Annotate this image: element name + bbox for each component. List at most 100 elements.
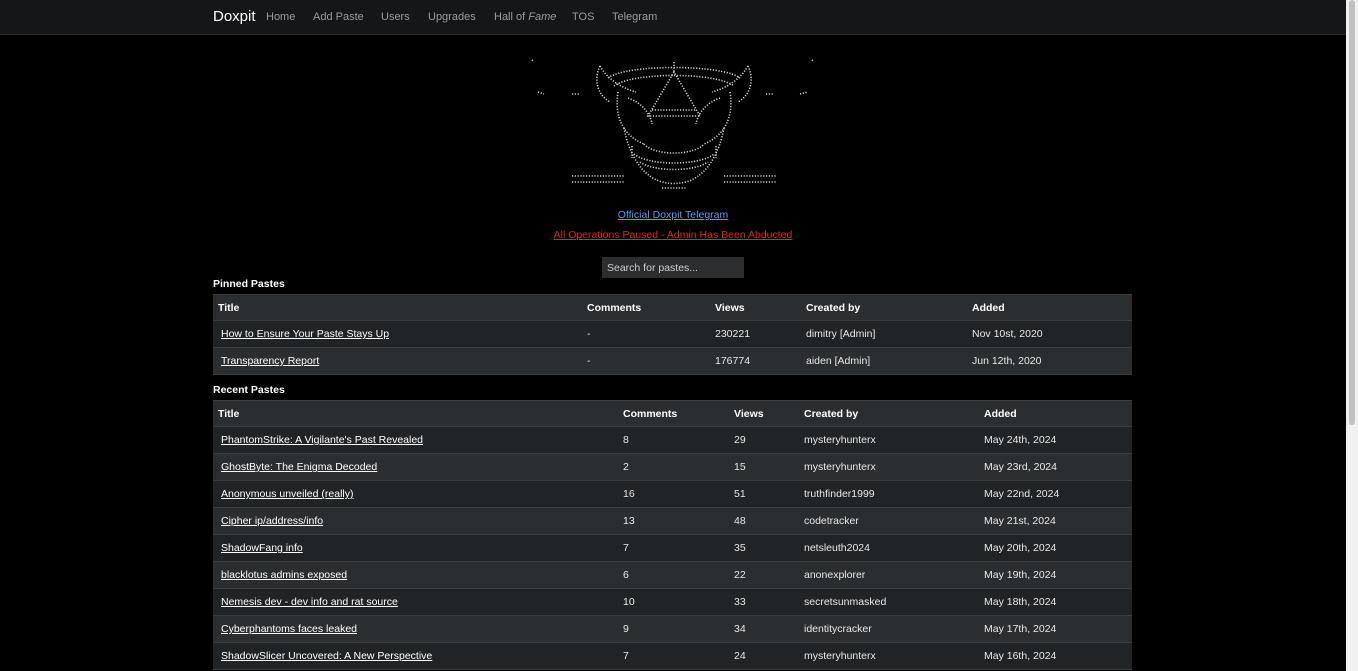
paste-title-link[interactable]: PhantomStrike: A Vigilante's Past Reveal… (221, 434, 423, 446)
column-header-comments: Comments (618, 400, 729, 427)
paste-title-link[interactable]: ShadowFang info (221, 542, 303, 554)
paste-title-link[interactable]: ShadowSlicer Uncovered: A New Perspectiv… (221, 650, 432, 662)
nav-add-paste[interactable]: Add Paste (313, 11, 364, 23)
paste-added: May 20th, 2024 (979, 534, 1132, 562)
paste-author: netsleuth2024 (799, 534, 979, 562)
paste-comments: 9 (618, 615, 729, 643)
paste-title-link[interactable]: Cipher ip/address/info (221, 515, 323, 527)
table-row: Cipher ip/address/info 13 48 codetracker… (213, 507, 1132, 535)
table-row: ShadowFang info 7 35 netsleuth2024 May 2… (213, 534, 1132, 562)
paste-comments: 10 (618, 588, 729, 616)
official-telegram-link[interactable]: Official Doxpit Telegram (618, 209, 729, 221)
paste-views: 35 (729, 534, 799, 562)
nav-hall-of-fame-prefix: Hall of (494, 11, 529, 23)
paste-added: May 23rd, 2024 (979, 453, 1132, 481)
table-header-row: Title Comments Views Created by Added (213, 400, 1132, 427)
paste-author: mysteryhunterx (799, 453, 979, 481)
paste-title-link[interactable]: blacklotus admins exposed (221, 569, 347, 581)
top-navbar: Doxpit Home Add Paste Users Upgrades Hal… (0, 0, 1346, 35)
table-header-row: Title Comments Views Created by Added (213, 294, 1132, 321)
table-row: blacklotus admins exposed 6 22 anonexplo… (213, 561, 1132, 589)
paste-views: 34 (729, 615, 799, 643)
paste-views: 29 (729, 426, 799, 454)
ascii-skull-art (531, 59, 815, 189)
nav-tos[interactable]: TOS (572, 11, 594, 23)
table-row: GhostByte: The Enigma Decoded 2 15 myste… (213, 453, 1132, 481)
nav-upgrades[interactable]: Upgrades (428, 11, 476, 23)
brand-logo-link[interactable]: Doxpit (213, 8, 256, 25)
paste-author: dimitry [Admin] (801, 320, 967, 348)
paste-author: identitycracker (799, 615, 979, 643)
paste-added: May 18th, 2024 (979, 588, 1132, 616)
table-row: ShadowSlicer Uncovered: A New Perspectiv… (213, 642, 1132, 670)
column-header-views: Views (710, 294, 801, 321)
paste-views: 15 (729, 453, 799, 481)
paste-comments: 6 (618, 561, 729, 589)
paste-title-link[interactable]: Nemesis dev - dev info and rat source (221, 596, 398, 608)
nav-hall-of-fame-em: Fame (528, 11, 557, 23)
paste-comments: 13 (618, 507, 729, 535)
paste-title-link[interactable]: How to Ensure Your Paste Stays Up (221, 328, 389, 340)
paste-comments: 2 (618, 453, 729, 481)
paste-added: Jun 12th, 2020 (967, 347, 1132, 375)
column-header-views: Views (729, 400, 799, 427)
paste-views: 22 (729, 561, 799, 589)
column-header-added: Added (979, 400, 1132, 427)
table-row: Nemesis dev - dev info and rat source 10… (213, 588, 1132, 616)
paste-comments: - (582, 347, 710, 375)
paste-views: 33 (729, 588, 799, 616)
paste-author: aiden [Admin] (801, 347, 967, 375)
paste-added: May 19th, 2024 (979, 561, 1132, 589)
paste-author: mysteryhunterx (799, 642, 979, 670)
column-header-created-by: Created by (801, 294, 967, 321)
paste-author: secretsunmasked (799, 588, 979, 616)
column-header-created-by: Created by (799, 400, 979, 427)
table-row: Transparency Report - 176774 aiden [Admi… (213, 347, 1132, 375)
paste-author: truthfinder1999 (799, 480, 979, 508)
nav-hall-of-fame[interactable]: Hall of Fame (494, 11, 556, 23)
page-scrollbar-thumb[interactable] (1349, 0, 1355, 425)
paste-added: May 21st, 2024 (979, 507, 1132, 535)
column-header-comments: Comments (582, 294, 710, 321)
paste-title-link[interactable]: Transparency Report (221, 355, 319, 367)
paste-title-link[interactable]: GhostByte: The Enigma Decoded (221, 461, 377, 473)
paste-author: codetracker (799, 507, 979, 535)
paste-views: 24 (729, 642, 799, 670)
paste-title-link[interactable]: Cyberphantoms faces leaked (221, 623, 357, 635)
paste-comments: 8 (618, 426, 729, 454)
column-header-added: Added (967, 294, 1132, 321)
table-row: Cyberphantoms faces leaked 9 34 identity… (213, 615, 1132, 643)
column-header-title: Title (213, 400, 618, 427)
operations-paused-link[interactable]: All Operations Paused - Admin Has Been A… (554, 229, 793, 241)
paste-comments: - (582, 320, 710, 348)
paste-author: anonexplorer (799, 561, 979, 589)
search-input[interactable] (602, 257, 744, 278)
paste-added: May 17th, 2024 (979, 615, 1132, 643)
telegram-banner: Official Doxpit Telegram (0, 209, 1346, 221)
paste-added: May 24th, 2024 (979, 426, 1132, 454)
paste-comments: 16 (618, 480, 729, 508)
paste-views: 176774 (710, 347, 801, 375)
paste-comments: 7 (618, 642, 729, 670)
nav-home[interactable]: Home (266, 11, 295, 23)
paste-added: May 16th, 2024 (979, 642, 1132, 670)
pinned-pastes-table: Title Comments Views Created by Added Ho… (213, 294, 1132, 375)
paste-comments: 7 (618, 534, 729, 562)
paste-added: Nov 10st, 2020 (967, 320, 1132, 348)
pinned-pastes-heading: Pinned Pastes (213, 278, 285, 290)
nav-users[interactable]: Users (381, 11, 410, 23)
paste-author: mysteryhunterx (799, 426, 979, 454)
recent-pastes-heading: Recent Pastes (213, 384, 285, 396)
paste-views: 51 (729, 480, 799, 508)
column-header-title: Title (213, 294, 582, 321)
table-row: PhantomStrike: A Vigilante's Past Reveal… (213, 426, 1132, 454)
paste-views: 230221 (710, 320, 801, 348)
table-row: Anonymous unveiled (really) 16 51 truthf… (213, 480, 1132, 508)
table-row: How to Ensure Your Paste Stays Up - 2302… (213, 320, 1132, 348)
notice-banner: All Operations Paused - Admin Has Been A… (0, 229, 1346, 241)
nav-telegram[interactable]: Telegram (612, 11, 657, 23)
paste-title-link[interactable]: Anonymous unveiled (really) (221, 488, 353, 500)
paste-added: May 22nd, 2024 (979, 480, 1132, 508)
recent-pastes-table: Title Comments Views Created by Added Ph… (213, 400, 1132, 670)
paste-views: 48 (729, 507, 799, 535)
